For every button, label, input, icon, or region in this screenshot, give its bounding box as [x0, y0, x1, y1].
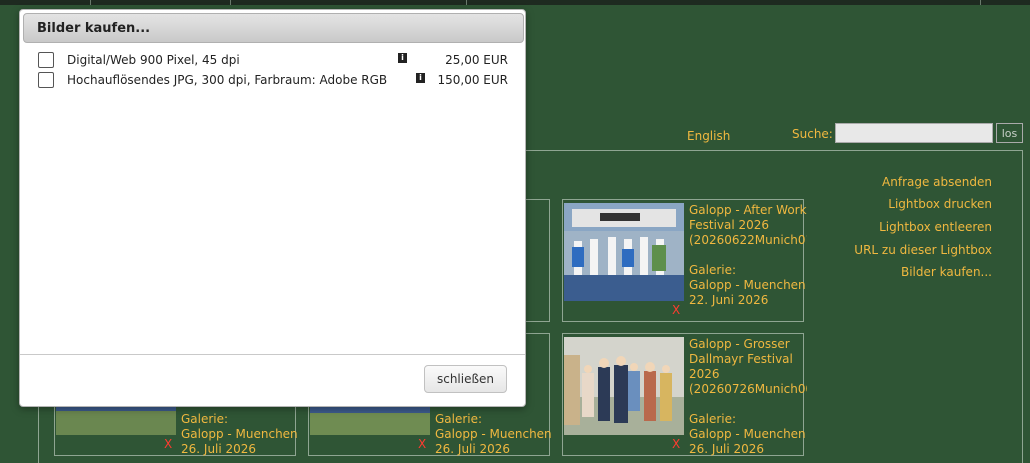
card-caption: Galopp - After Work Festival 2026 (20260…	[689, 203, 807, 308]
purchase-option-label: Digital/Web 900 Pixel, 45 dpi	[67, 53, 240, 67]
thumbnail-image[interactable]	[564, 337, 684, 435]
caption-line: Galerie:	[181, 412, 229, 426]
sidebar-link-lightbox-entleeren[interactable]: Lightbox entleeren	[879, 220, 992, 234]
caption-line: Galerie:	[689, 412, 737, 426]
caption-line[interactable]: Galopp - Grosser	[689, 337, 807, 352]
close-button[interactable]: schließen	[424, 365, 507, 393]
dialog-divider	[20, 354, 525, 355]
purchase-option-label: Hochauflösendes JPG, 300 dpi, Farbraum: …	[67, 73, 388, 87]
remove-icon[interactable]: X	[672, 303, 680, 317]
sidebar-link-lightbox-drucken[interactable]: Lightbox drucken	[888, 197, 992, 211]
caption-line: 26. Juli 2026	[689, 442, 765, 456]
dialog-title: Bilder kaufen...	[37, 21, 151, 36]
caption-line	[689, 397, 807, 412]
buy-images-dialog: Bilder kaufen... Digital/Web 900 Pixel, …	[19, 9, 526, 407]
info-icon[interactable]: i	[398, 53, 407, 63]
caption-line[interactable]: (20260726Munich00	[689, 382, 807, 397]
language-link-english[interactable]: English	[687, 129, 730, 143]
sidebar-link-anfrage-absenden[interactable]: Anfrage absenden	[882, 175, 992, 189]
sidebar-link-bilder-kaufen[interactable]: Bilder kaufen...	[901, 265, 992, 279]
caption-line[interactable]: 2026	[689, 367, 807, 382]
caption-line[interactable]: Galopp - Muenchen	[435, 427, 553, 442]
card-caption: Galopp - Grosser Dallmayr Festival 2026 …	[689, 337, 807, 457]
caption-line[interactable]: (20260622Munich01	[689, 233, 807, 248]
caption-line: Galerie:	[689, 263, 737, 277]
caption-line: 26. Juli 2026	[181, 442, 257, 456]
remove-icon[interactable]: X	[418, 437, 426, 451]
lightbox-card: Galopp - After Work Festival 2026 (20260…	[562, 199, 807, 322]
caption-line	[689, 248, 807, 263]
caption-line[interactable]: Festival 2026	[689, 218, 807, 233]
remove-icon[interactable]: X	[672, 437, 680, 451]
thumbnail-image[interactable]	[564, 203, 684, 301]
caption-line: 22. Juni 2026	[689, 293, 769, 307]
info-icon[interactable]: i	[416, 73, 425, 83]
caption-line[interactable]: Galopp - Muenchen	[689, 427, 807, 442]
remove-icon[interactable]: X	[164, 437, 172, 451]
purchase-option-row: Hochauflösendes JPG, 300 dpi, Farbraum: …	[38, 72, 508, 92]
sidebar-link-url-lightbox[interactable]: URL zu dieser Lightbox	[854, 243, 992, 257]
search-label: Suche:	[792, 127, 833, 141]
dialog-header[interactable]: Bilder kaufen...	[23, 13, 524, 43]
lightbox-card: Galopp - Grosser Dallmayr Festival 2026 …	[562, 333, 807, 457]
purchase-option-checkbox[interactable]	[38, 72, 54, 88]
purchase-option-checkbox[interactable]	[38, 52, 54, 68]
caption-line[interactable]: Galopp - After Work	[689, 203, 807, 218]
caption-line[interactable]: Galopp - Muenchen	[689, 278, 807, 293]
search-input[interactable]	[835, 123, 993, 143]
caption-line[interactable]: Galopp - Muenchen	[181, 427, 299, 442]
purchase-option-row: Digital/Web 900 Pixel, 45 dpi i 25,00 EU…	[38, 52, 508, 72]
caption-line: Galerie:	[435, 412, 483, 426]
purchase-option-price: 25,00 EUR	[445, 53, 508, 67]
purchase-option-price: 150,00 EUR	[437, 73, 508, 87]
caption-line: 26. Juli 2026	[435, 442, 511, 456]
search-button[interactable]: los	[996, 123, 1023, 143]
top-toolbar-strip	[0, 0, 1030, 5]
caption-line[interactable]: Dallmayr Festival	[689, 352, 807, 367]
